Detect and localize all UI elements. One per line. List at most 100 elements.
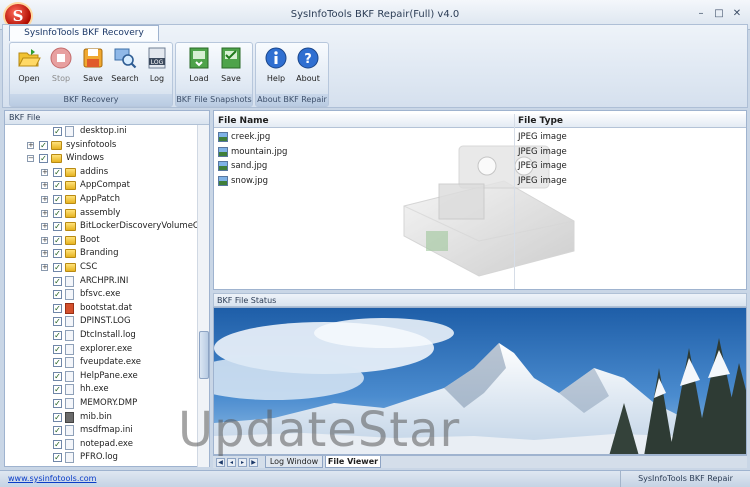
tree-item-label: addins — [80, 166, 109, 177]
save-snapshot-label: Save — [221, 74, 241, 83]
minimize-button[interactable]: – — [694, 8, 708, 20]
tree-expander-icon[interactable]: + — [41, 168, 48, 176]
stop-button[interactable]: Stop — [45, 46, 77, 83]
tree-item-label: DtcInstall.log — [80, 330, 136, 340]
tree-expander-icon[interactable]: + — [41, 209, 48, 217]
tree-expander-icon[interactable]: + — [41, 236, 48, 244]
file-list-row[interactable]: snow.jpg JPEG image — [214, 174, 746, 188]
image-file-icon — [218, 132, 228, 142]
file-icon — [65, 370, 74, 382]
tree-checkbox[interactable]: ✓ — [53, 222, 62, 232]
tree-checkbox[interactable]: ✓ — [53, 235, 62, 245]
load-snapshot-button[interactable]: Load — [183, 46, 215, 83]
tree-checkbox[interactable]: ✓ — [39, 154, 48, 164]
image-file-icon — [218, 175, 228, 186]
tree-checkbox[interactable]: ✓ — [53, 371, 62, 381]
folder-icon — [51, 154, 62, 164]
file-icon — [65, 398, 74, 409]
column-header-file-name[interactable]: File Name — [218, 114, 269, 128]
website-link[interactable]: www.sysinfotools.com — [8, 474, 96, 483]
tab-prev-button[interactable]: ◂ — [227, 458, 236, 467]
svg-text:LOG: LOG — [151, 59, 164, 66]
tree-checkbox[interactable]: ✓ — [53, 249, 62, 259]
tab-next-button[interactable]: ▸ — [238, 458, 247, 467]
file-type-cell: JPEG image — [518, 175, 567, 186]
question-icon: ? — [297, 47, 319, 69]
group-bkf-recovery: Open Stop Save Search LOG Log BKF Recove… — [9, 42, 173, 107]
tree-checkbox[interactable]: ✓ — [53, 195, 62, 204]
tree-checkbox[interactable]: ✓ — [53, 426, 62, 436]
file-icon — [65, 316, 74, 328]
tree-item-label: MEMORY.DMP — [80, 398, 138, 408]
log-button[interactable]: LOG Log — [141, 46, 173, 83]
tab-last-button[interactable]: ▶ — [249, 458, 258, 467]
tree-checkbox[interactable]: ✓ — [39, 140, 48, 150]
ribbon-tab-bkf-recovery[interactable]: SysInfoTools BKF Recovery — [9, 25, 159, 41]
tree-checkbox[interactable]: ✓ — [53, 276, 62, 286]
file-list-row[interactable]: creek.jpg JPEG image — [214, 130, 746, 144]
about-label: About — [296, 74, 320, 83]
tree-checkbox[interactable]: ✓ — [53, 344, 62, 354]
help-button[interactable]: Help — [260, 46, 292, 83]
file-list-row[interactable]: sand.jpg JPEG image — [214, 159, 746, 173]
tree-checkbox[interactable]: ✓ — [53, 263, 62, 272]
save-button[interactable]: Save — [77, 46, 109, 83]
folder-icon — [65, 167, 76, 177]
tree-checkbox[interactable]: ✓ — [53, 453, 62, 463]
tree-checkbox[interactable]: ✓ — [53, 385, 62, 395]
tree-checkbox[interactable]: ✓ — [53, 412, 62, 422]
column-header-file-type[interactable]: File Type — [518, 114, 563, 128]
tree-expander-icon[interactable]: + — [41, 223, 48, 231]
tree-checkbox[interactable]: ✓ — [53, 331, 62, 340]
tree-item-label: bfsvc.exe — [80, 289, 121, 300]
floppy-disk-icon — [83, 48, 103, 68]
tree-checkbox[interactable]: ✓ — [53, 127, 62, 136]
tree-item-label: notepad.exe — [80, 438, 133, 449]
tree-checkbox[interactable]: ✓ — [53, 439, 62, 449]
tab-first-button[interactable]: ◀ — [216, 458, 225, 467]
tree-item-label: Boot — [80, 234, 100, 245]
tree-item-label: bootstat.dat — [80, 302, 133, 313]
tree-checkbox[interactable]: ✓ — [53, 290, 62, 300]
folder-icon — [65, 195, 76, 204]
tree-checkbox[interactable]: ✓ — [53, 399, 62, 408]
tree-expander-icon[interactable]: + — [27, 141, 34, 149]
tree-checkbox[interactable]: ✓ — [53, 303, 62, 313]
search-button[interactable]: Search — [109, 46, 141, 83]
file-icon — [65, 384, 74, 396]
file-icon — [65, 452, 74, 464]
tree-expander-icon[interactable]: + — [41, 250, 48, 258]
watermark-text: UpdateStar — [178, 402, 461, 458]
maximize-button[interactable]: □ — [712, 8, 726, 20]
file-icon — [65, 343, 74, 355]
tree-item-label: sysinfotools — [66, 139, 117, 150]
tree-item-label: AppPatch — [80, 194, 120, 204]
tree-expander-icon[interactable]: − — [27, 155, 34, 163]
tree-item-label: assembly — [80, 207, 121, 218]
tree-item-label: hh.exe — [80, 384, 109, 395]
folder-icon — [65, 181, 76, 191]
svg-text:?: ? — [304, 52, 312, 67]
file-list-row[interactable]: mountain.jpg JPEG image — [214, 145, 746, 159]
file-list-pane: File Name File Type creek.jpg JPEG image m… — [213, 110, 747, 290]
tree-item-label: explorer.exe — [80, 343, 133, 354]
open-button[interactable]: Open — [13, 46, 45, 83]
save-snapshot-button[interactable]: Save — [215, 46, 247, 83]
tree-checkbox[interactable]: ✓ — [53, 317, 62, 327]
tree-item-label: HelpPane.exe — [80, 370, 138, 381]
status-bar-product-name: SysInfoTools BKF Repair — [620, 471, 750, 487]
tree-checkbox[interactable]: ✓ — [53, 181, 62, 191]
tree-expander-icon[interactable]: + — [41, 182, 48, 190]
file-name-cell: mountain.jpg — [231, 146, 288, 157]
bkf-file-tree-header: BKF File — [5, 111, 209, 125]
tree-expander-icon[interactable]: + — [41, 264, 48, 271]
tree-checkbox[interactable]: ✓ — [53, 208, 62, 218]
tree-expander-icon[interactable]: + — [41, 196, 48, 203]
about-button[interactable]: ? About — [292, 46, 324, 83]
tree-scrollbar-thumb[interactable] — [199, 331, 209, 379]
tree-checkbox[interactable]: ✓ — [53, 167, 62, 177]
tree-checkbox[interactable]: ✓ — [53, 358, 62, 368]
group-caption-bkf-recovery: BKF Recovery — [10, 94, 172, 106]
close-button[interactable]: ✕ — [730, 8, 744, 20]
image-file-icon — [218, 161, 228, 171]
